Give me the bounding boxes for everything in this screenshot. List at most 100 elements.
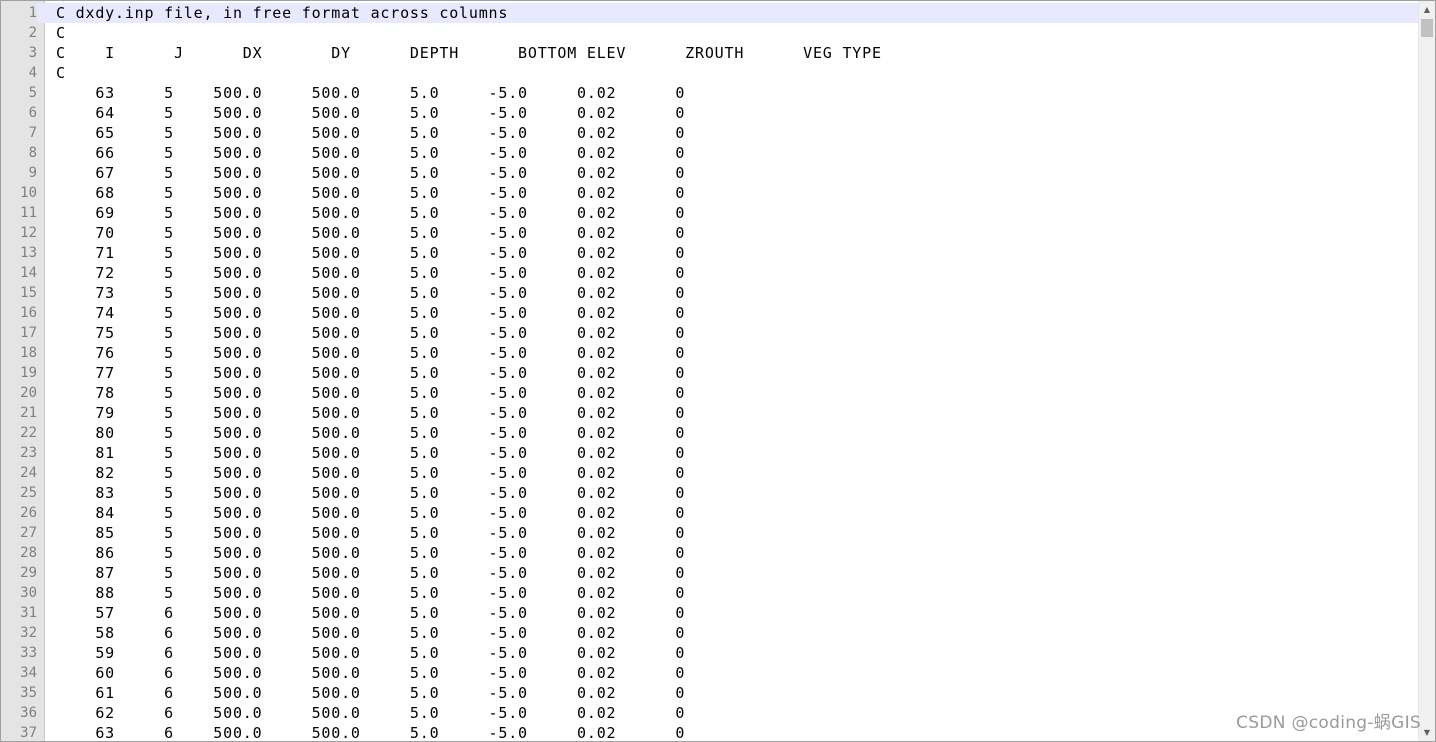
editor-line[interactable]: 23 81 5 500.0 500.0 5.0 -5.0 0.02 0 — [1, 443, 1418, 463]
editor-line[interactable]: 5 63 5 500.0 500.0 5.0 -5.0 0.02 0 — [1, 83, 1418, 103]
line-number: 37 — [20, 725, 37, 741]
line-text[interactable]: 72 5 500.0 500.0 5.0 -5.0 0.02 0 — [56, 263, 685, 283]
line-text[interactable]: 86 5 500.0 500.0 5.0 -5.0 0.02 0 — [56, 543, 685, 563]
editor-line[interactable]: 35 61 6 500.0 500.0 5.0 -5.0 0.02 0 — [1, 683, 1418, 703]
editor-line[interactable]: 33 59 6 500.0 500.0 5.0 -5.0 0.02 0 — [1, 643, 1418, 663]
line-text[interactable]: 71 5 500.0 500.0 5.0 -5.0 0.02 0 — [56, 243, 685, 263]
line-number: 9 — [28, 165, 37, 181]
line-number: 31 — [20, 605, 37, 621]
line-number: 11 — [20, 205, 37, 221]
line-text[interactable]: 66 5 500.0 500.0 5.0 -5.0 0.02 0 — [56, 143, 685, 163]
editor-line[interactable]: 3 C I J DX DY DEPTH BOTTOM ELEV ZROUTH VE… — [1, 43, 1418, 63]
editor-line[interactable]: 34 60 6 500.0 500.0 5.0 -5.0 0.02 0 — [1, 663, 1418, 683]
scrollbar-thumb[interactable] — [1421, 19, 1433, 37]
editor-line[interactable]: 30 88 5 500.0 500.0 5.0 -5.0 0.02 0 — [1, 583, 1418, 603]
editor-line[interactable]: 26 84 5 500.0 500.0 5.0 -5.0 0.02 0 — [1, 503, 1418, 523]
line-text[interactable]: 81 5 500.0 500.0 5.0 -5.0 0.02 0 — [56, 443, 685, 463]
line-text[interactable]: 78 5 500.0 500.0 5.0 -5.0 0.02 0 — [56, 383, 685, 403]
editor-line[interactable]: 32 58 6 500.0 500.0 5.0 -5.0 0.02 0 — [1, 623, 1418, 643]
line-number: 7 — [28, 125, 37, 141]
line-number: 10 — [20, 185, 37, 201]
vertical-scrollbar[interactable]: ▲ ▼ — [1418, 1, 1435, 741]
line-number: 22 — [20, 425, 37, 441]
editor-line[interactable]: 18 76 5 500.0 500.0 5.0 -5.0 0.02 0 — [1, 343, 1418, 363]
editor-line[interactable]: 19 77 5 500.0 500.0 5.0 -5.0 0.02 0 — [1, 363, 1418, 383]
line-number: 30 — [20, 585, 37, 601]
editor-line[interactable]: 4C — [1, 63, 1418, 83]
line-number: 20 — [20, 385, 37, 401]
editor-line[interactable]: 2C — [1, 23, 1418, 43]
line-text[interactable]: 85 5 500.0 500.0 5.0 -5.0 0.02 0 — [56, 523, 685, 543]
line-number: 27 — [20, 525, 37, 541]
line-text[interactable]: C dxdy.inp file, in free format across c… — [56, 3, 508, 23]
line-number: 17 — [20, 325, 37, 341]
line-text[interactable]: 58 6 500.0 500.0 5.0 -5.0 0.02 0 — [56, 623, 685, 643]
line-text[interactable]: 75 5 500.0 500.0 5.0 -5.0 0.02 0 — [56, 323, 685, 343]
line-text[interactable]: 62 6 500.0 500.0 5.0 -5.0 0.02 0 — [56, 703, 685, 723]
editor-line[interactable]: 12 70 5 500.0 500.0 5.0 -5.0 0.02 0 — [1, 223, 1418, 243]
line-text[interactable]: 67 5 500.0 500.0 5.0 -5.0 0.02 0 — [56, 163, 685, 183]
line-number: 21 — [20, 405, 37, 421]
line-text[interactable]: 77 5 500.0 500.0 5.0 -5.0 0.02 0 — [56, 363, 685, 383]
line-number: 26 — [20, 505, 37, 521]
line-number: 35 — [20, 685, 37, 701]
line-text[interactable]: 73 5 500.0 500.0 5.0 -5.0 0.02 0 — [56, 283, 685, 303]
line-text[interactable]: C I J DX DY DEPTH BOTTOM ELEV ZROUTH VEG… — [56, 43, 882, 63]
editor-line[interactable]: 9 67 5 500.0 500.0 5.0 -5.0 0.02 0 — [1, 163, 1418, 183]
line-number: 5 — [28, 85, 37, 101]
line-text[interactable]: 60 6 500.0 500.0 5.0 -5.0 0.02 0 — [56, 663, 685, 683]
editor-line[interactable]: 25 83 5 500.0 500.0 5.0 -5.0 0.02 0 — [1, 483, 1418, 503]
editor-line[interactable]: 29 87 5 500.0 500.0 5.0 -5.0 0.02 0 — [1, 563, 1418, 583]
line-text[interactable]: 61 6 500.0 500.0 5.0 -5.0 0.02 0 — [56, 683, 685, 703]
line-number: 2 — [28, 25, 37, 41]
editor-line[interactable]: 10 68 5 500.0 500.0 5.0 -5.0 0.02 0 — [1, 183, 1418, 203]
editor-line[interactable]: 24 82 5 500.0 500.0 5.0 -5.0 0.02 0 — [1, 463, 1418, 483]
editor-line[interactable]: 17 75 5 500.0 500.0 5.0 -5.0 0.02 0 — [1, 323, 1418, 343]
scroll-down-arrow-icon[interactable]: ▼ — [1419, 724, 1435, 741]
editor-line[interactable]: 13 71 5 500.0 500.0 5.0 -5.0 0.02 0 — [1, 243, 1418, 263]
editor-line[interactable]: 15 73 5 500.0 500.0 5.0 -5.0 0.02 0 — [1, 283, 1418, 303]
editor-line[interactable]: 36 62 6 500.0 500.0 5.0 -5.0 0.02 0 — [1, 703, 1418, 723]
editor-line[interactable]: 6 64 5 500.0 500.0 5.0 -5.0 0.02 0 — [1, 103, 1418, 123]
line-text[interactable]: 87 5 500.0 500.0 5.0 -5.0 0.02 0 — [56, 563, 685, 583]
line-text[interactable]: 69 5 500.0 500.0 5.0 -5.0 0.02 0 — [56, 203, 685, 223]
line-text[interactable]: 63 5 500.0 500.0 5.0 -5.0 0.02 0 — [56, 83, 685, 103]
editor-line[interactable]: 28 86 5 500.0 500.0 5.0 -5.0 0.02 0 — [1, 543, 1418, 563]
scroll-up-arrow-icon[interactable]: ▲ — [1419, 1, 1435, 18]
line-text[interactable]: 88 5 500.0 500.0 5.0 -5.0 0.02 0 — [56, 583, 685, 603]
line-text[interactable]: C — [56, 23, 66, 43]
line-text[interactable]: 80 5 500.0 500.0 5.0 -5.0 0.02 0 — [56, 423, 685, 443]
editor-line[interactable]: 31 57 6 500.0 500.0 5.0 -5.0 0.02 0 — [1, 603, 1418, 623]
line-text[interactable]: 64 5 500.0 500.0 5.0 -5.0 0.02 0 — [56, 103, 685, 123]
line-text[interactable]: 65 5 500.0 500.0 5.0 -5.0 0.02 0 — [56, 123, 685, 143]
editor-line[interactable]: 11 69 5 500.0 500.0 5.0 -5.0 0.02 0 — [1, 203, 1418, 223]
line-text[interactable]: C — [56, 63, 66, 83]
line-text[interactable]: 57 6 500.0 500.0 5.0 -5.0 0.02 0 — [56, 603, 685, 623]
line-text[interactable]: 68 5 500.0 500.0 5.0 -5.0 0.02 0 — [56, 183, 685, 203]
editor-line[interactable]: 16 74 5 500.0 500.0 5.0 -5.0 0.02 0 — [1, 303, 1418, 323]
editor-line[interactable]: 8 66 5 500.0 500.0 5.0 -5.0 0.02 0 — [1, 143, 1418, 163]
text-content-area[interactable]: 1 C dxdy.inp file, in free format across … — [1, 3, 1418, 741]
line-text[interactable]: 76 5 500.0 500.0 5.0 -5.0 0.02 0 — [56, 343, 685, 363]
editor-line[interactable]: 7 65 5 500.0 500.0 5.0 -5.0 0.02 0 — [1, 123, 1418, 143]
line-number: 4 — [28, 65, 37, 81]
editor-line[interactable]: 21 79 5 500.0 500.0 5.0 -5.0 0.02 0 — [1, 403, 1418, 423]
line-text[interactable]: 83 5 500.0 500.0 5.0 -5.0 0.02 0 — [56, 483, 685, 503]
line-text[interactable]: 79 5 500.0 500.0 5.0 -5.0 0.02 0 — [56, 403, 685, 423]
editor-line[interactable]: 14 72 5 500.0 500.0 5.0 -5.0 0.02 0 — [1, 263, 1418, 283]
editor-line[interactable]: 22 80 5 500.0 500.0 5.0 -5.0 0.02 0 — [1, 423, 1418, 443]
line-text[interactable]: 63 6 500.0 500.0 5.0 -5.0 0.02 0 — [56, 723, 685, 741]
editor-line[interactable]: 20 78 5 500.0 500.0 5.0 -5.0 0.02 0 — [1, 383, 1418, 403]
editor-line[interactable]: 37 63 6 500.0 500.0 5.0 -5.0 0.02 0 — [1, 723, 1418, 741]
line-text[interactable]: 74 5 500.0 500.0 5.0 -5.0 0.02 0 — [56, 303, 685, 323]
line-text[interactable]: 59 6 500.0 500.0 5.0 -5.0 0.02 0 — [56, 643, 685, 663]
text-editor[interactable]: 1 C dxdy.inp file, in free format across … — [0, 0, 1436, 742]
line-number: 29 — [20, 565, 37, 581]
editor-line[interactable]: 27 85 5 500.0 500.0 5.0 -5.0 0.02 0 — [1, 523, 1418, 543]
line-text[interactable]: 70 5 500.0 500.0 5.0 -5.0 0.02 0 — [56, 223, 685, 243]
line-text[interactable]: 84 5 500.0 500.0 5.0 -5.0 0.02 0 — [56, 503, 685, 523]
line-number: 34 — [20, 665, 37, 681]
line-number: 24 — [20, 465, 37, 481]
line-text[interactable]: 82 5 500.0 500.0 5.0 -5.0 0.02 0 — [56, 463, 685, 483]
editor-line[interactable]: 1 C dxdy.inp file, in free format across … — [1, 3, 1418, 23]
